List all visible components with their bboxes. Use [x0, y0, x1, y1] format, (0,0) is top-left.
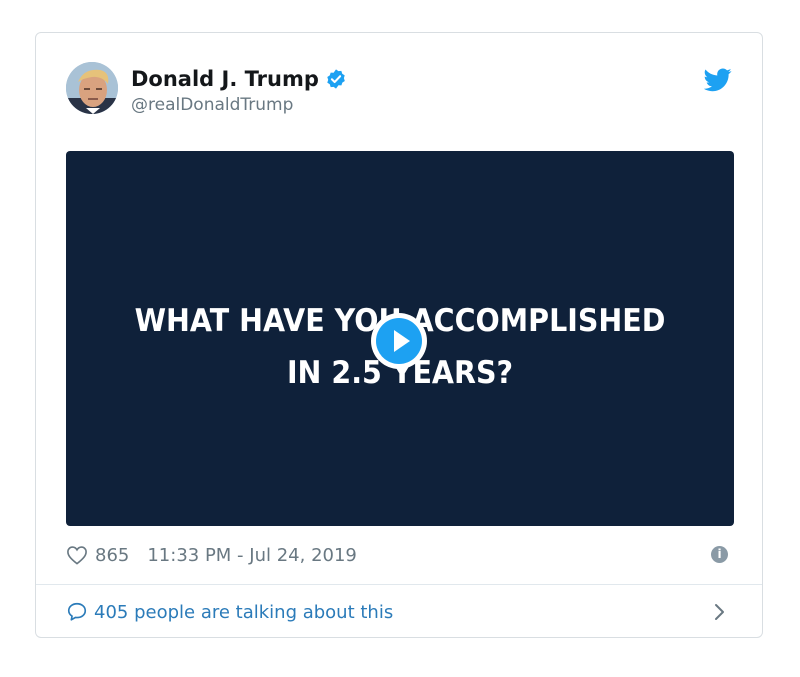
divider — [36, 584, 762, 585]
author-handle[interactable]: @realDonaldTrump — [131, 93, 347, 117]
tweet-header: Donald J. Trump @realDonaldTrump — [66, 62, 732, 118]
avatar-image — [66, 62, 118, 114]
like-count[interactable]: 865 — [95, 545, 129, 566]
tweet-timestamp[interactable]: 11:33 PM - Jul 24, 2019 — [147, 545, 357, 566]
tweet-meta: 865 11:33 PM - Jul 24, 2019 i — [66, 541, 732, 569]
author-name-row[interactable]: Donald J. Trump — [131, 66, 347, 92]
chevron-right-icon[interactable] — [714, 603, 726, 621]
conversation-text[interactable]: 405 people are talking about this — [94, 602, 393, 623]
video-thumbnail[interactable]: WHAT HAVE YOU ACCOMPLISHED IN 2.5 YEARS? — [66, 151, 734, 526]
tweet-card[interactable]: Donald J. Trump @realDonaldTrump WHAT HA… — [35, 32, 763, 638]
twitter-bird-icon[interactable] — [704, 68, 732, 92]
info-icon[interactable]: i — [711, 546, 728, 563]
avatar[interactable] — [66, 62, 118, 114]
heart-icon[interactable] — [66, 545, 88, 565]
verified-badge-icon — [327, 69, 345, 89]
author-display-name[interactable]: Donald J. Trump — [131, 66, 319, 92]
play-icon[interactable] — [369, 311, 429, 371]
author-info: Donald J. Trump @realDonaldTrump — [131, 66, 347, 117]
conversation-link[interactable]: 405 people are talking about this — [66, 597, 732, 627]
speech-bubble-icon — [67, 602, 87, 621]
